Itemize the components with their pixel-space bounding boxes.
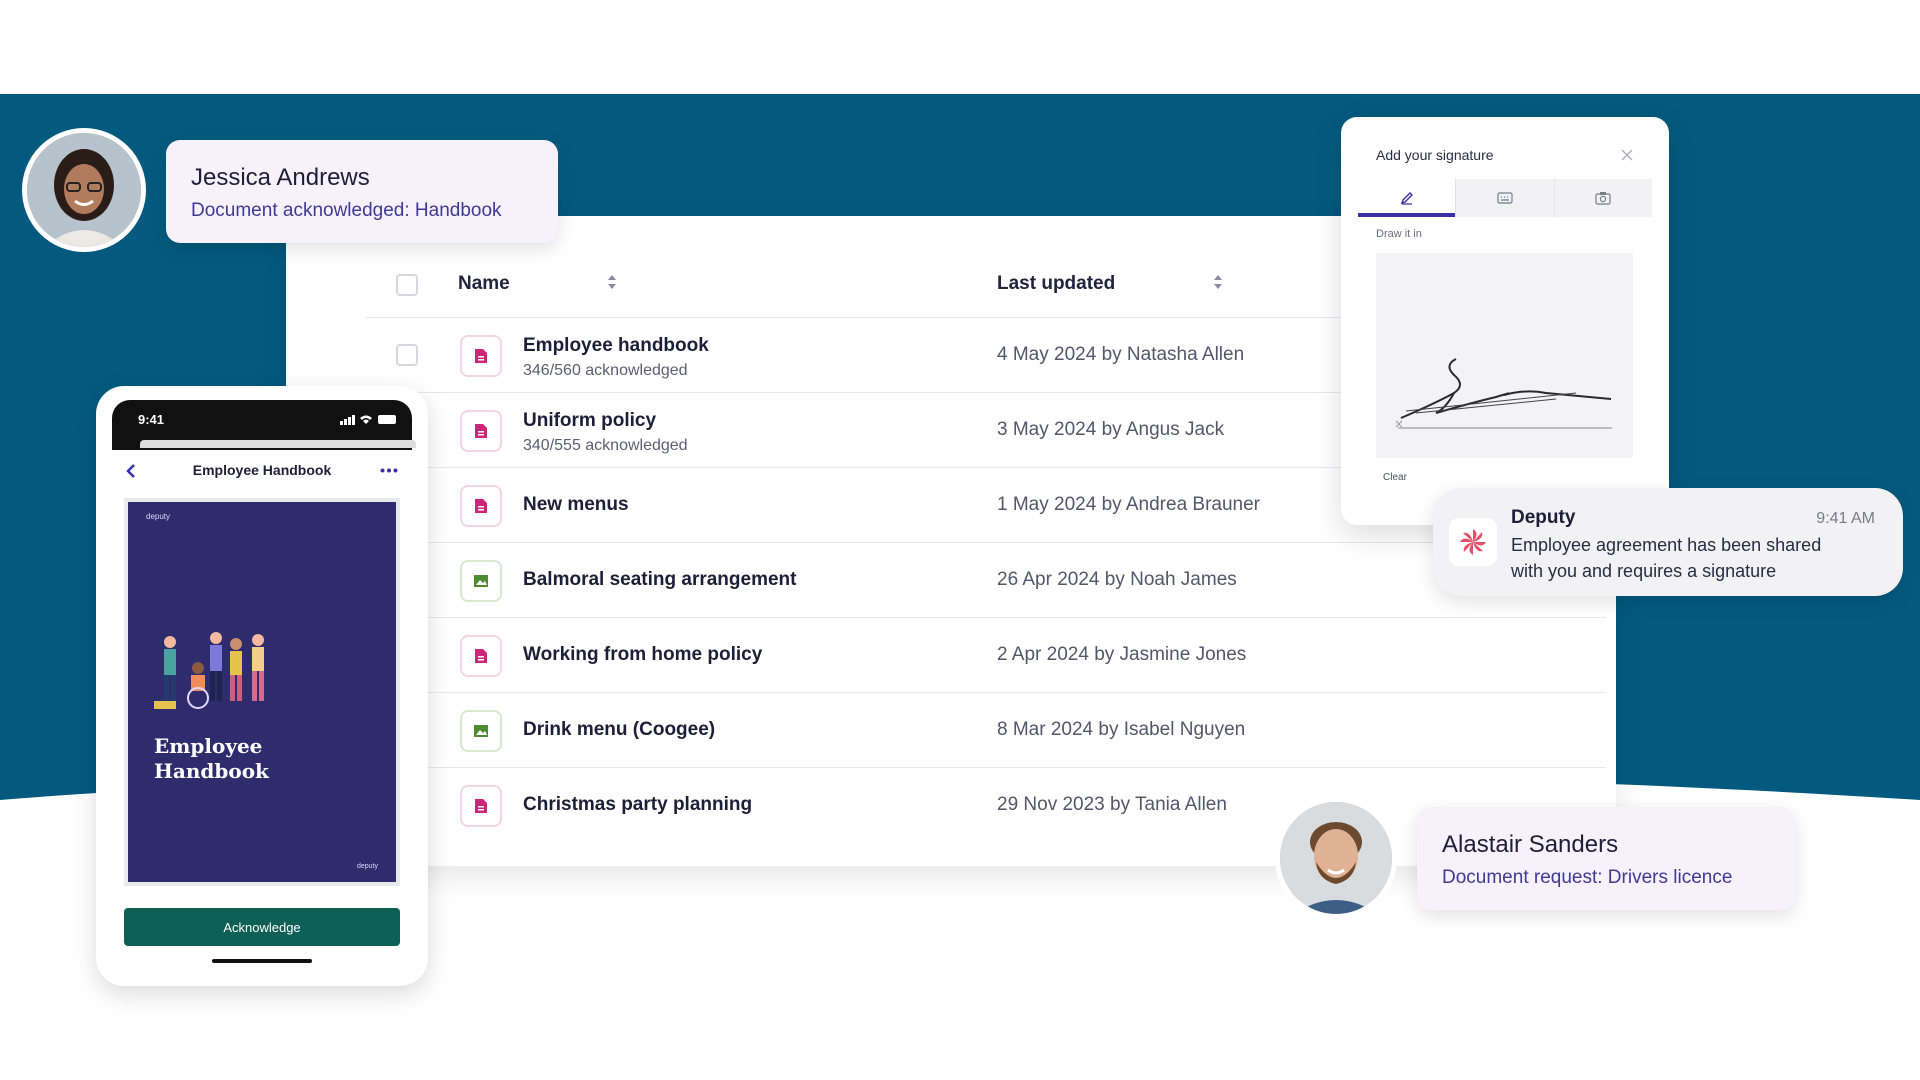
tab-draw[interactable] bbox=[1358, 179, 1457, 217]
tab-photo[interactable] bbox=[1555, 179, 1652, 217]
more-options-icon[interactable] bbox=[380, 468, 398, 473]
document-name[interactable]: Employee handbook bbox=[523, 335, 709, 357]
phone-status-bar: 9:41 bbox=[112, 400, 416, 450]
last-updated: 2 Apr 2024 by Jasmine Jones bbox=[997, 644, 1247, 665]
avatar bbox=[1275, 797, 1397, 919]
phone-mockup: 9:41 Employee Handbook deputy Employee H… bbox=[96, 386, 428, 986]
close-icon[interactable] bbox=[1621, 149, 1633, 161]
phone-page-title: Employee Handbook bbox=[192, 462, 332, 478]
tab-type[interactable] bbox=[1456, 179, 1555, 217]
people-illustration-icon bbox=[154, 632, 264, 709]
acknowledgement-count: 340/555 acknowledged bbox=[523, 437, 688, 454]
column-name-header[interactable]: Name bbox=[458, 273, 510, 295]
last-updated: 1 May 2024 by Andrea Brauner bbox=[997, 494, 1261, 515]
document-icon bbox=[460, 485, 502, 527]
last-updated: 8 Mar 2024 by Isabel Nguyen bbox=[997, 719, 1246, 740]
notification-app-name: Deputy bbox=[1511, 507, 1576, 528]
document-name[interactable]: Balmoral seating arrangement bbox=[523, 569, 796, 591]
phone-time: 9:41 bbox=[138, 412, 165, 427]
sort-icon[interactable] bbox=[1212, 272, 1224, 292]
deputy-pinwheel-icon bbox=[1460, 529, 1486, 555]
document-name[interactable]: Working from home policy bbox=[523, 644, 762, 666]
signature-stroke-icon bbox=[1395, 358, 1612, 429]
acknowledgement-count: 346/560 acknowledged bbox=[523, 362, 688, 379]
column-last-updated-header[interactable]: Last updated bbox=[997, 273, 1115, 295]
sort-icon[interactable] bbox=[606, 272, 618, 292]
handbook-cover: deputy Employee Handbook deputy bbox=[124, 498, 400, 886]
last-updated: 29 Nov 2023 by Tania Allen bbox=[997, 794, 1227, 815]
select-all-checkbox[interactable] bbox=[396, 274, 418, 296]
acknowledgement-toast: Jessica Andrews Document acknowledged: H… bbox=[166, 140, 558, 243]
person-avatar-icon bbox=[27, 133, 141, 247]
last-updated: 26 Apr 2024 by Noah James bbox=[997, 569, 1237, 590]
deputy-logo-icon bbox=[1449, 518, 1497, 566]
keyboard-icon bbox=[1497, 192, 1513, 204]
person-name: Alastair Sanders bbox=[1442, 831, 1619, 858]
table-row[interactable]: Drink menu (Coogee) 8 Mar 2024 by Isabel… bbox=[366, 693, 1606, 768]
last-updated: 3 May 2024 by Angus Jack bbox=[997, 419, 1225, 440]
avatar bbox=[22, 128, 146, 252]
camera-icon bbox=[1595, 192, 1611, 205]
cover-brand: deputy bbox=[146, 512, 171, 521]
person-avatar-icon bbox=[1280, 802, 1392, 914]
image-icon bbox=[460, 710, 502, 752]
draw-instruction: Draw it in bbox=[1376, 228, 1422, 240]
table-row[interactable]: Working from home policy 2 Apr 2024 by J… bbox=[366, 618, 1606, 693]
cover-brand-footer: deputy bbox=[356, 863, 378, 870]
last-updated: 4 May 2024 by Natasha Allen bbox=[997, 344, 1245, 365]
person-name: Jessica Andrews bbox=[191, 164, 370, 191]
push-notification[interactable]: Deputy 9:41 AM Employee agreement has be… bbox=[1433, 488, 1903, 596]
signature-pad[interactable] bbox=[1376, 253, 1633, 458]
notification-message: Employee agreement has been shared with … bbox=[1511, 535, 1822, 581]
clear-link[interactable]: Clear bbox=[1383, 472, 1407, 483]
toast-message: Document request: Drivers licence bbox=[1442, 867, 1733, 888]
acknowledge-button[interactable]: Acknowledge bbox=[124, 908, 400, 946]
document-icon bbox=[460, 335, 502, 377]
phone-header: Employee Handbook bbox=[112, 450, 412, 492]
cover-title: Employee Handbook bbox=[154, 734, 269, 783]
document-icon bbox=[460, 785, 502, 827]
document-icon bbox=[460, 635, 502, 677]
home-indicator bbox=[212, 959, 312, 963]
image-icon bbox=[460, 560, 502, 602]
document-name[interactable]: Christmas party planning bbox=[523, 794, 752, 816]
document-name[interactable]: Uniform policy bbox=[523, 410, 656, 432]
document-icon bbox=[460, 410, 502, 452]
document-name[interactable]: Drink menu (Coogee) bbox=[523, 719, 715, 741]
document-request-toast: Alastair Sanders Document request: Drive… bbox=[1417, 807, 1795, 910]
row-checkbox[interactable] bbox=[396, 344, 418, 366]
pen-icon bbox=[1400, 192, 1413, 205]
modal-title: Add your signature bbox=[1376, 147, 1494, 163]
signature-tabs bbox=[1358, 179, 1652, 217]
document-name[interactable]: New menus bbox=[523, 494, 629, 516]
signature-modal: Add your signature Draw it in Clear bbox=[1341, 117, 1669, 525]
toast-message: Document acknowledged: Handbook bbox=[191, 200, 502, 221]
phone-divider bbox=[140, 440, 416, 448]
signal-wifi-battery-icon bbox=[340, 415, 396, 425]
table-row[interactable]: Balmoral seating arrangement 26 Apr 2024… bbox=[366, 543, 1606, 618]
notification-time: 9:41 AM bbox=[1816, 510, 1875, 527]
